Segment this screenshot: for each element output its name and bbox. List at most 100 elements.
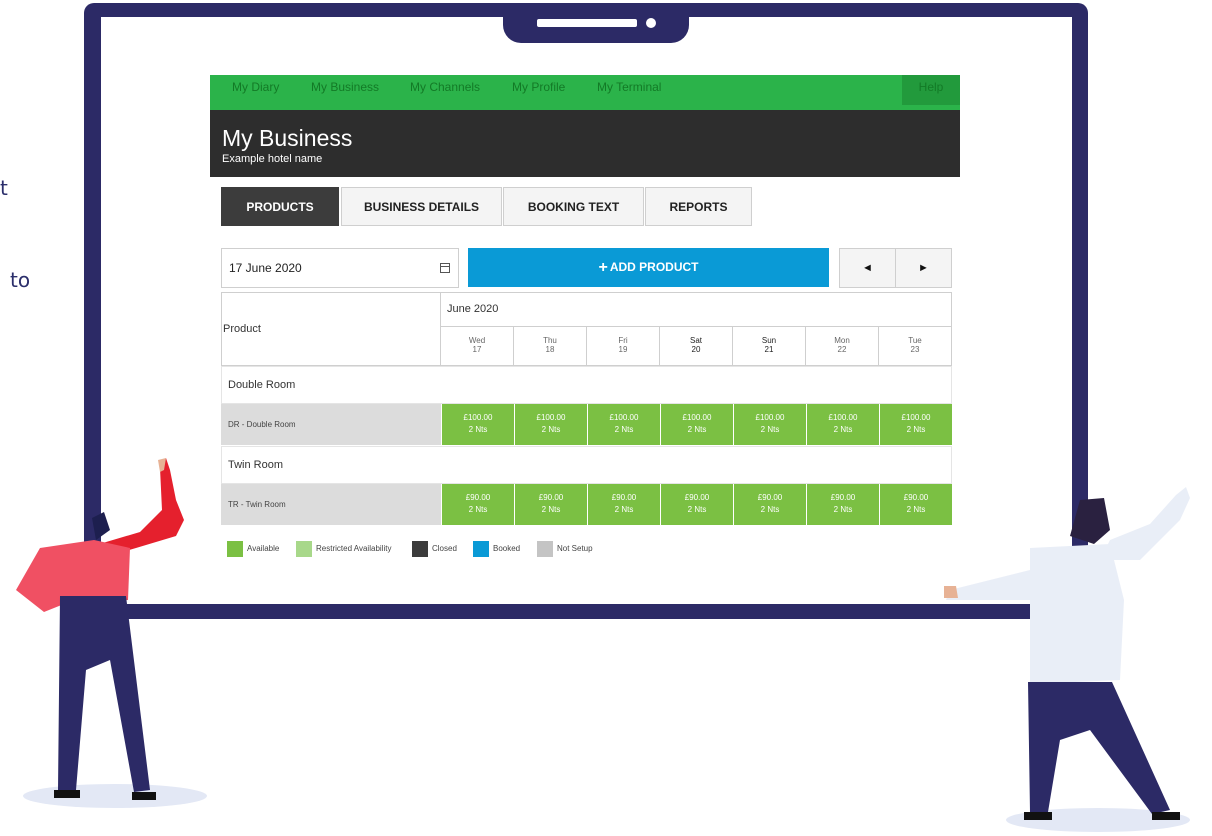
left-person-shoe <box>54 790 80 798</box>
legend-swatch <box>296 541 312 557</box>
right-person-shadow <box>1006 808 1190 832</box>
day-date: 19 <box>618 345 628 354</box>
rate-nights: 2 Nts <box>687 505 707 514</box>
rate-nights: 2 Nts <box>541 505 561 514</box>
day-header: Tue 23 <box>878 326 952 366</box>
right-person-shoe <box>1024 812 1052 820</box>
legend-label: Booked <box>493 544 521 553</box>
day-header: Thu 18 <box>513 326 587 366</box>
legend-swatch <box>412 541 428 557</box>
rate-nights: 2 Nts <box>468 505 488 514</box>
rate-price: £100.00 <box>755 413 785 422</box>
left-person-legs <box>58 596 150 792</box>
rate-nights: 2 Nts <box>833 505 853 514</box>
nav-item-my-profile[interactable]: My Profile <box>512 75 565 110</box>
next-week-button[interactable]: ► <box>895 248 952 288</box>
day-header: Sun 21 <box>732 326 806 366</box>
legend-swatch <box>537 541 553 557</box>
rate-cell[interactable]: £90.00 2 Nts <box>880 484 952 525</box>
day-date: 20 <box>691 345 701 354</box>
rate-cell[interactable]: £90.00 2 Nts <box>661 484 733 525</box>
day-of-week: Thu <box>543 336 557 345</box>
rate-cell[interactable]: £100.00 2 Nts <box>661 404 733 445</box>
day-header: Fri 19 <box>586 326 660 366</box>
rate-nights: 2 Nts <box>468 425 488 434</box>
rate-price: £100.00 <box>609 413 639 422</box>
month-header: June 2020 <box>440 292 952 327</box>
tab-products[interactable]: PRODUCTS <box>221 187 339 226</box>
rate-price: £90.00 <box>757 493 783 502</box>
arrow-right-icon: ► <box>918 262 929 274</box>
rate-nights: 2 Nts <box>687 425 707 434</box>
left-person-shadow <box>23 784 207 808</box>
day-of-week: Mon <box>834 336 850 345</box>
rate-price: £100.00 <box>682 413 712 422</box>
help-button[interactable]: Help <box>902 75 960 105</box>
rate-cell[interactable]: £100.00 2 Nts <box>880 404 952 445</box>
day-date: 22 <box>837 345 847 354</box>
rate-price: £100.00 <box>828 413 858 422</box>
app-window: My Diary My Business My Channels My Prof… <box>210 75 960 177</box>
nav-item-my-terminal[interactable]: My Terminal <box>597 75 661 110</box>
webcam-notch <box>503 3 689 43</box>
nav-item-my-diary[interactable]: My Diary <box>232 75 279 110</box>
prev-week-button[interactable]: ◄ <box>839 248 896 288</box>
tab-business-details[interactable]: BUSINESS DETAILS <box>341 187 502 226</box>
day-of-week: Fri <box>618 336 628 345</box>
room-label-twin[interactable]: TR - Twin Room <box>221 484 441 525</box>
rate-nights: 2 Nts <box>760 505 780 514</box>
rate-price: £90.00 <box>538 493 564 502</box>
day-of-week: Sun <box>761 336 777 345</box>
date-value: 17 June 2020 <box>229 261 302 275</box>
rate-cell[interactable]: £100.00 2 Nts <box>442 404 514 445</box>
room-type-header-double: Double Room <box>221 366 952 404</box>
rate-cell[interactable]: £90.00 2 Nts <box>734 484 806 525</box>
rate-nights: 2 Nts <box>614 505 634 514</box>
room-label-double[interactable]: DR - Double Room <box>221 404 441 445</box>
nav-item-my-business[interactable]: My Business <box>311 75 379 110</box>
rate-cell[interactable]: £90.00 2 Nts <box>807 484 879 525</box>
nav-item-my-channels[interactable]: My Channels <box>410 75 480 110</box>
page-header: My Business Example hotel name <box>210 110 960 177</box>
right-person-legs <box>1028 682 1170 814</box>
rate-cell[interactable]: £100.00 2 Nts <box>734 404 806 445</box>
right-person-raised-arm <box>1100 487 1190 560</box>
rate-nights: 2 Nts <box>760 425 780 434</box>
calendar-icon[interactable] <box>440 263 450 273</box>
rate-cell[interactable]: £90.00 2 Nts <box>515 484 587 525</box>
rate-price: £90.00 <box>611 493 637 502</box>
legend-label: Available <box>247 544 280 553</box>
day-of-week: Tue <box>908 336 922 345</box>
rate-nights: 2 Nts <box>906 425 926 434</box>
day-of-week: Sat <box>689 336 702 345</box>
day-date: 23 <box>910 345 920 354</box>
tab-reports[interactable]: REPORTS <box>645 187 752 226</box>
rate-cell[interactable]: £100.00 2 Nts <box>588 404 660 445</box>
plus-icon: + <box>598 259 608 276</box>
add-product-label: ADD PRODUCT <box>609 260 699 274</box>
rate-nights: 2 Nts <box>906 505 926 514</box>
day-date: 21 <box>764 345 774 354</box>
left-person-shoe <box>132 792 156 800</box>
legend-label: Not Setup <box>557 544 593 553</box>
rate-price: £90.00 <box>830 493 856 502</box>
legend-label: Restricted Availability <box>316 544 392 553</box>
add-product-button[interactable]: + ADD PRODUCT <box>468 248 829 287</box>
date-picker-field[interactable]: 17 June 2020 <box>221 248 459 288</box>
legend-swatch <box>227 541 243 557</box>
hotel-name: Example hotel name <box>222 153 323 165</box>
day-header: Mon 22 <box>805 326 879 366</box>
tab-booking-text[interactable]: BOOKING TEXT <box>503 187 644 226</box>
day-date: 17 <box>472 345 482 354</box>
rate-cell[interactable]: £100.00 2 Nts <box>807 404 879 445</box>
webcam-dot-icon <box>646 18 656 28</box>
day-of-week: Wed <box>468 336 486 345</box>
rate-cell[interactable]: £90.00 2 Nts <box>442 484 514 525</box>
product-column-header: Product <box>221 292 441 366</box>
rate-cell[interactable]: £100.00 2 Nts <box>515 404 587 445</box>
rate-nights: 2 Nts <box>833 425 853 434</box>
legend-label: Closed <box>432 544 457 553</box>
rate-cell[interactable]: £90.00 2 Nts <box>588 484 660 525</box>
webcam-bar-icon <box>537 19 637 27</box>
arrow-left-icon: ◄ <box>862 262 873 274</box>
